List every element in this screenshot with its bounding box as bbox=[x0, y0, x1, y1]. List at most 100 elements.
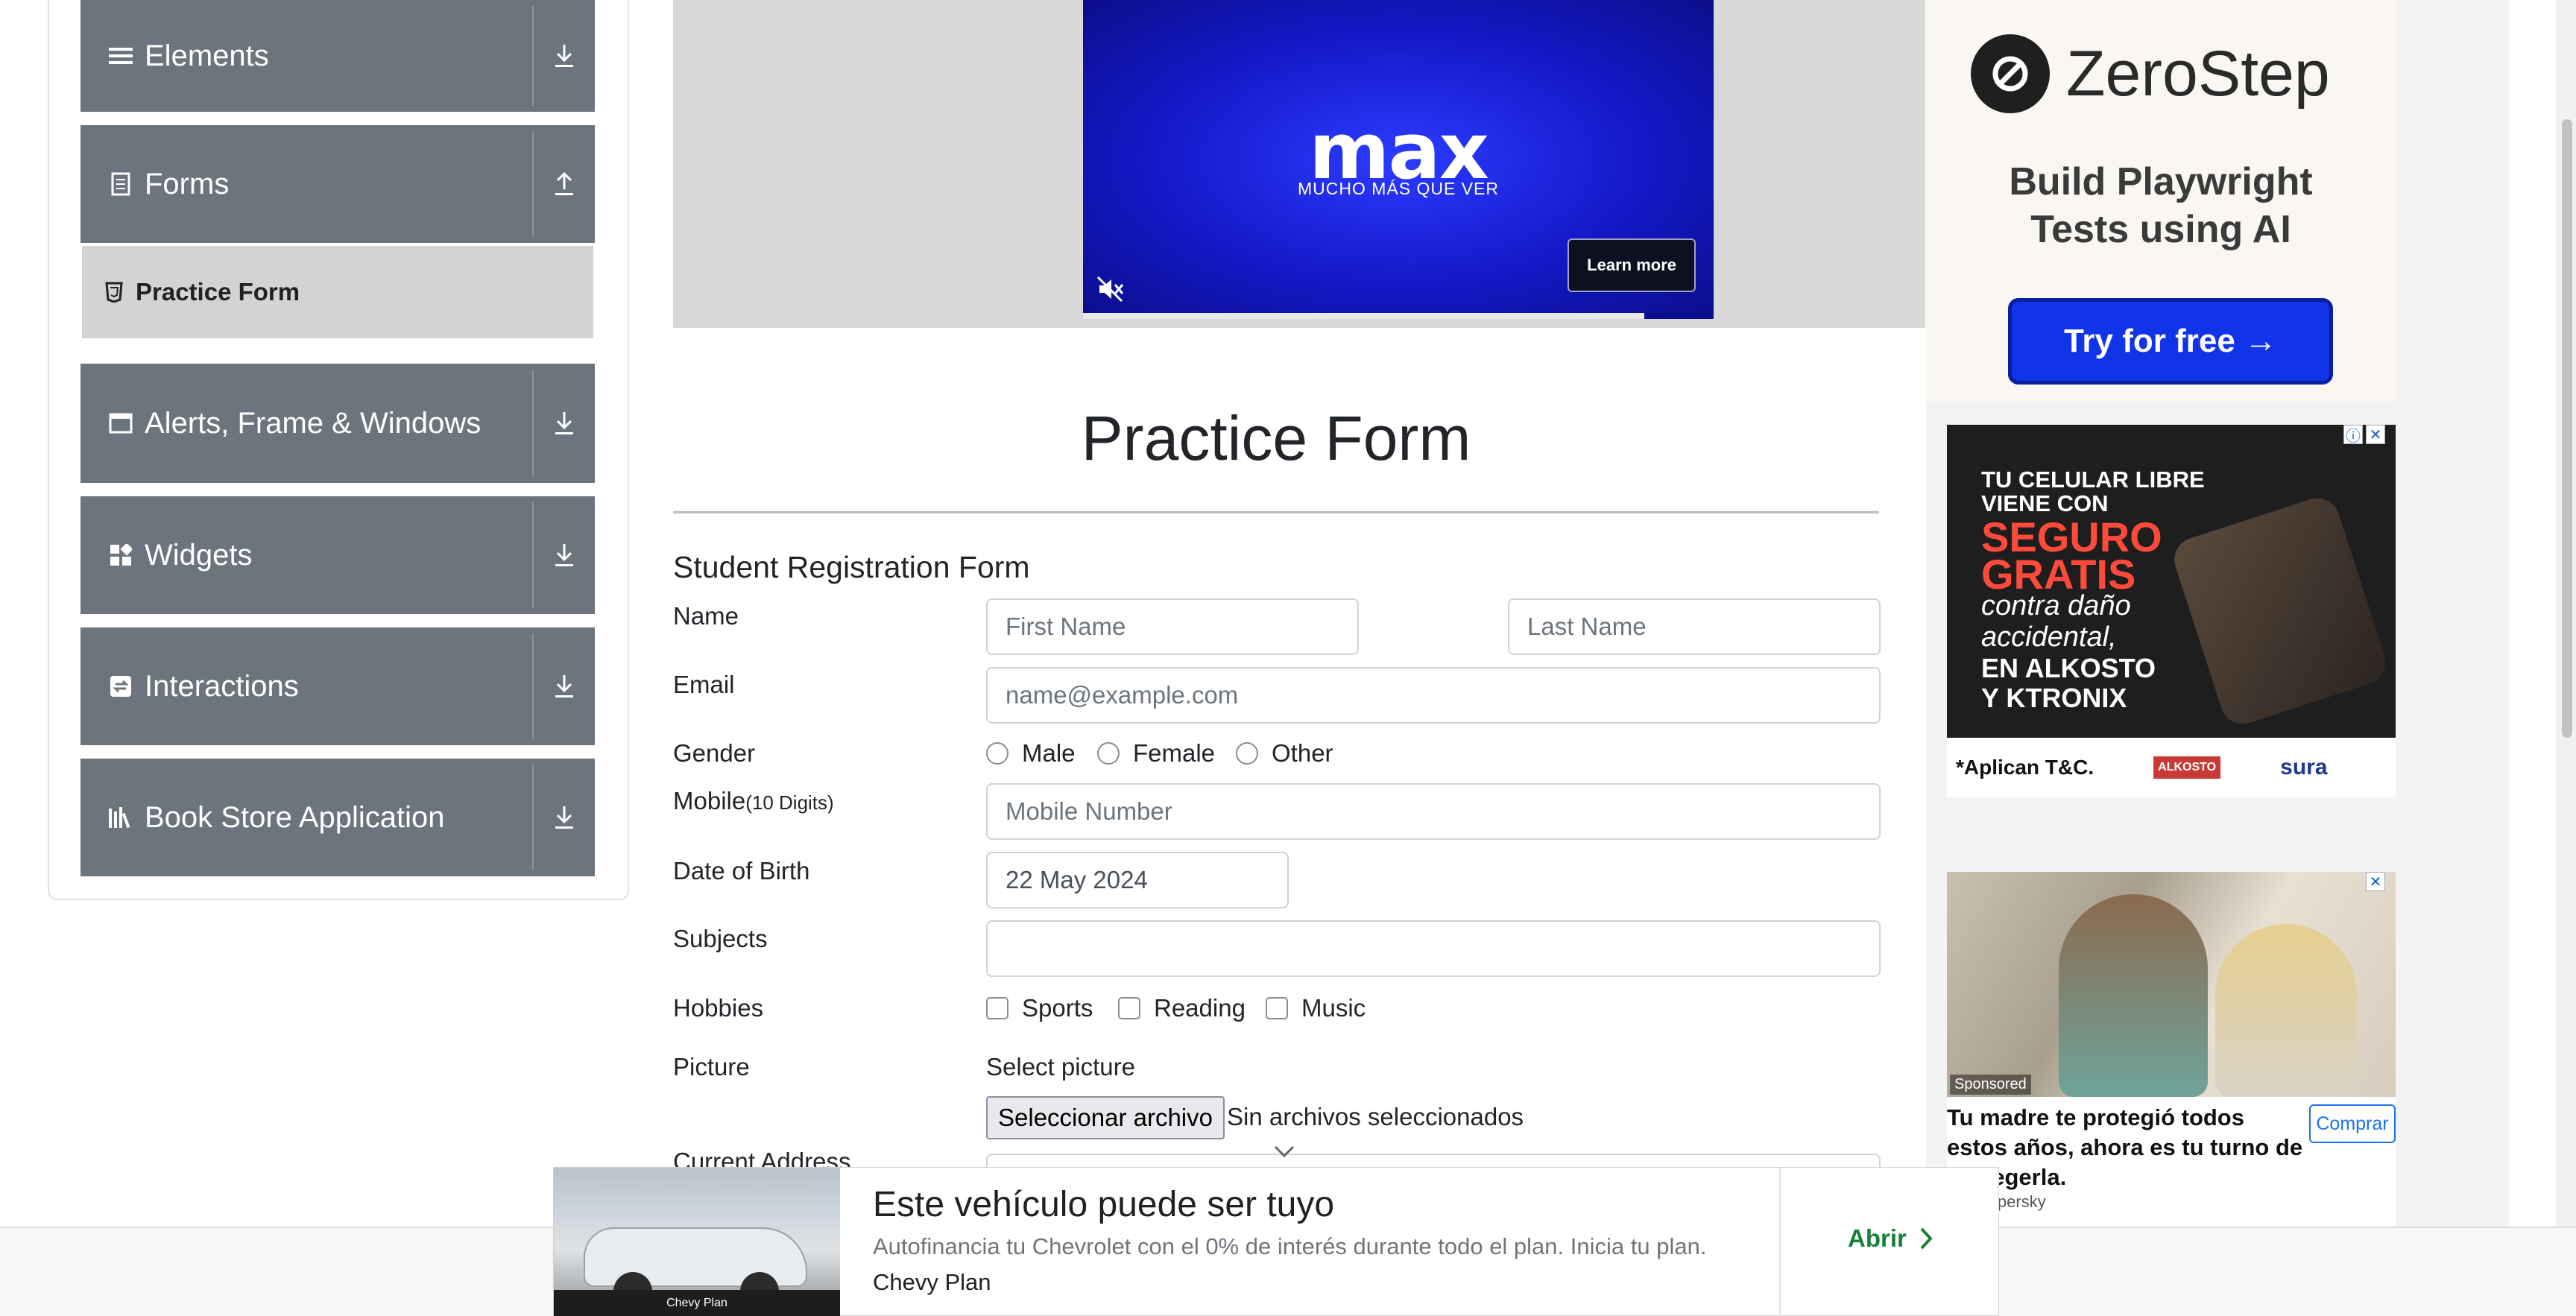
download-arrow-icon[interactable] bbox=[534, 496, 595, 614]
ad-text: contra daño bbox=[1981, 590, 2131, 621]
library-icon bbox=[104, 801, 137, 834]
gender-option-female[interactable]: Female bbox=[1097, 739, 1215, 768]
window-icon bbox=[104, 407, 137, 440]
ad-close-icon[interactable]: ✕ bbox=[2366, 425, 2385, 444]
download-arrow-icon[interactable] bbox=[534, 0, 595, 112]
sidebar-group-label: Book Store Application bbox=[145, 800, 445, 834]
video-progress-bar[interactable] bbox=[1083, 313, 1714, 319]
interactions-icon bbox=[104, 670, 137, 703]
sidebar-group-elements[interactable]: Elements bbox=[80, 0, 595, 112]
download-arrow-icon[interactable] bbox=[534, 759, 595, 876]
sidebar-item-practice-form[interactable]: Practice Form bbox=[82, 246, 593, 338]
checkbox[interactable] bbox=[1118, 997, 1140, 1019]
gender-option-label: Other bbox=[1272, 739, 1333, 767]
ad-description: Autofinancia tu Chevrolet con el 0% de i… bbox=[873, 1233, 1707, 1259]
chevron-down-icon[interactable] bbox=[1269, 1141, 1299, 1163]
sidebar-group-label: Widgets bbox=[145, 538, 253, 572]
page-title: Practice Form bbox=[1081, 403, 1471, 473]
ad-advertiser: Chevy Plan bbox=[873, 1269, 991, 1295]
date-of-birth-input[interactable]: 22 May 2024 bbox=[986, 852, 1289, 908]
bottom-ad-banner[interactable]: Chevy Plan Este vehículo puede ser tuyo … bbox=[553, 1145, 1999, 1316]
person-image bbox=[2215, 924, 2357, 1097]
zerostep-logo-icon bbox=[1971, 34, 2050, 113]
ad-headline: Este vehículo puede ser tuyo bbox=[873, 1185, 1335, 1224]
gender-option-other[interactable]: Other bbox=[1236, 739, 1333, 768]
gender-option-male[interactable]: Male bbox=[986, 739, 1076, 768]
video-ad[interactable]: max MUCHO MÁS QUE VER Learn more bbox=[1083, 0, 1714, 319]
hobby-option-label: Music bbox=[1301, 994, 1366, 1022]
document-icon bbox=[104, 168, 137, 200]
ad-info-icon[interactable]: ⓘ bbox=[2343, 425, 2363, 445]
checkbox[interactable] bbox=[1266, 997, 1288, 1019]
widgets-icon bbox=[104, 539, 137, 572]
subjects-input[interactable] bbox=[986, 920, 1881, 977]
sidebar-group-label: Alerts, Frame & Windows bbox=[145, 406, 482, 440]
dob-label: Date of Birth bbox=[673, 857, 810, 885]
email-input[interactable]: name@example.com bbox=[986, 667, 1881, 724]
upload-arrow-icon[interactable] bbox=[534, 125, 595, 243]
sidebar-group-interactions[interactable]: Interactions bbox=[80, 627, 595, 745]
mobile-label-text: Mobile bbox=[673, 787, 746, 814]
radio-button[interactable] bbox=[1236, 742, 1258, 765]
last-name-input[interactable]: Last Name bbox=[1508, 598, 1881, 655]
car-brand-strip: Chevy Plan bbox=[554, 1290, 840, 1316]
email-label: Email bbox=[673, 671, 735, 698]
zerostep-ad[interactable]: ZeroStep Build Playwright Tests using AI… bbox=[1926, 0, 2396, 402]
zerostep-line1: Build Playwright bbox=[2009, 160, 2313, 203]
radio-button[interactable] bbox=[986, 742, 1008, 765]
hobbies-label: Hobbies bbox=[673, 994, 764, 1022]
download-arrow-icon[interactable] bbox=[534, 627, 595, 745]
mobile-input[interactable]: Mobile Number bbox=[986, 783, 1881, 840]
car-image: Chevy Plan bbox=[554, 1168, 840, 1316]
sidebar-group-label: Forms bbox=[145, 167, 230, 200]
ad-close-icon[interactable]: ✕ bbox=[2366, 872, 2385, 891]
ad-text: Y KTRONIX bbox=[1981, 683, 2127, 713]
abrir-button[interactable]: Abrir bbox=[1848, 1224, 1933, 1253]
sidebar-group-forms[interactable]: Forms bbox=[80, 125, 595, 243]
sidebar-group-widgets[interactable]: Widgets bbox=[80, 496, 595, 614]
zerostep-brand: ZeroStep bbox=[2066, 37, 2330, 110]
person-image bbox=[2059, 894, 2208, 1097]
hobby-option-sports[interactable]: Sports bbox=[986, 994, 1093, 1022]
kaspersky-ad[interactable]: Sponsored Tu madre te protegió todos est… bbox=[1947, 872, 2396, 1227]
hamburger-icon bbox=[104, 39, 137, 72]
scrollbar-thumb[interactable] bbox=[2562, 119, 2572, 738]
try-for-free-button[interactable]: Try for free → bbox=[2008, 298, 2333, 385]
alkosto-logo: ALKOSTO bbox=[2153, 756, 2221, 779]
hobby-option-music[interactable]: Music bbox=[1266, 994, 1366, 1022]
ad-footer: *Aplican T&C. ALKOSTO sura bbox=[1947, 738, 2396, 797]
hobby-option-label: Sports bbox=[1022, 994, 1093, 1022]
sidebar-group-label: Elements bbox=[145, 39, 269, 72]
sidebar-item-label: Practice Form bbox=[136, 278, 300, 306]
phone-image bbox=[2168, 492, 2392, 730]
hobby-option-label: Reading bbox=[1154, 994, 1246, 1022]
comprar-button[interactable]: Comprar bbox=[2309, 1104, 2396, 1143]
abrir-label: Abrir bbox=[1848, 1224, 1907, 1252]
sidebar-group-book-store[interactable]: Book Store Application bbox=[80, 759, 595, 876]
choose-file-button[interactable]: Seleccionar archivo bbox=[986, 1096, 1225, 1139]
gender-option-label: Female bbox=[1133, 739, 1216, 767]
divider bbox=[673, 511, 1879, 513]
celular-ad[interactable]: TU CELULAR LIBRE VIENE CON SEGURO GRATIS… bbox=[1947, 425, 2396, 797]
subjects-label: Subjects bbox=[673, 925, 768, 952]
mobile-hint: (10 Digits) bbox=[745, 791, 834, 814]
mute-icon[interactable] bbox=[1095, 274, 1125, 304]
video-progress-fill bbox=[1083, 313, 1644, 319]
checkbox[interactable] bbox=[986, 997, 1008, 1019]
sidebar: Elements Forms Practice Form Alerts, Fra… bbox=[48, 0, 629, 900]
ad-tagline: MUCHO MÁS QUE VER bbox=[1297, 179, 1500, 198]
name-label: Name bbox=[673, 602, 739, 630]
sidebar-group-alerts-frame-windows[interactable]: Alerts, Frame & Windows bbox=[80, 364, 595, 483]
learn-more-button[interactable]: Learn more bbox=[1568, 238, 1696, 292]
hobby-option-reading[interactable]: Reading bbox=[1118, 994, 1246, 1022]
sponsored-label: Sponsored bbox=[1950, 1075, 2031, 1095]
download-arrow-icon[interactable] bbox=[534, 364, 595, 483]
ad-text: TU CELULAR LIBRE bbox=[1981, 466, 2205, 493]
scrollbar[interactable] bbox=[2557, 0, 2576, 1227]
sidebar-group-label: Interactions bbox=[145, 669, 299, 703]
terms-text: *Aplican T&C. bbox=[1956, 756, 2094, 779]
first-name-input[interactable]: First Name bbox=[986, 598, 1359, 655]
gender-label: Gender bbox=[673, 739, 756, 767]
radio-button[interactable] bbox=[1097, 742, 1120, 765]
chevron-right-icon bbox=[1920, 1227, 1933, 1250]
